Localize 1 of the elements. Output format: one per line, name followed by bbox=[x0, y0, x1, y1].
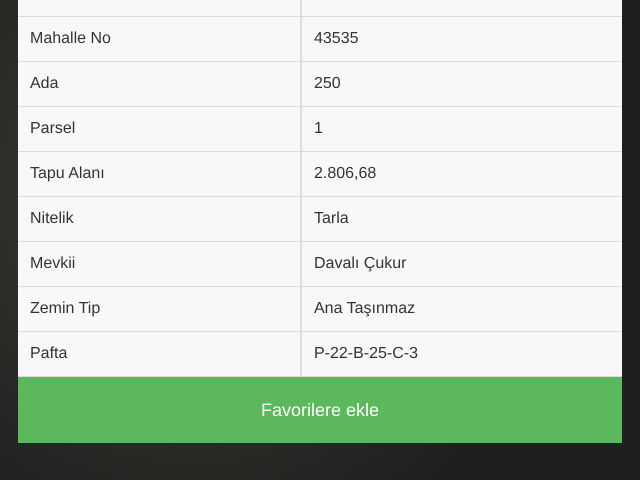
add-to-favorites-button[interactable]: Favorilere ekle bbox=[18, 377, 622, 443]
